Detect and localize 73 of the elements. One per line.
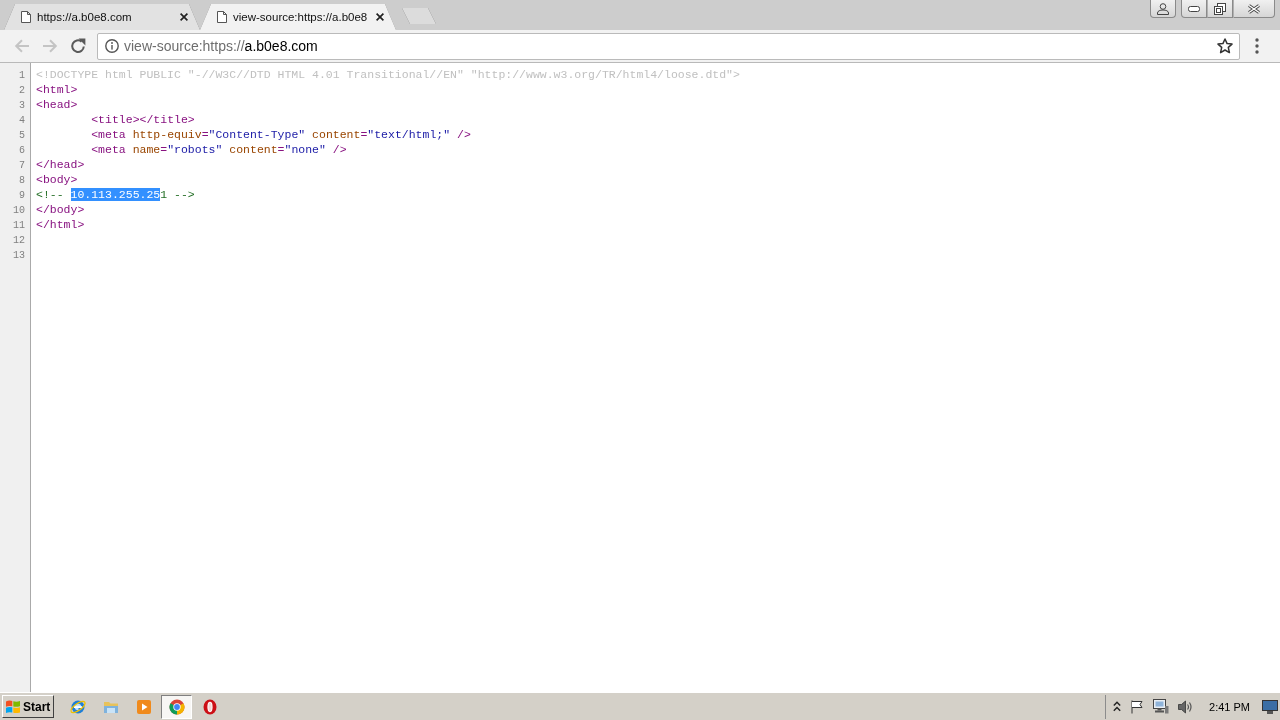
reload-icon: [70, 38, 86, 54]
tag-text: =: [360, 128, 368, 141]
page-icon: [217, 11, 227, 23]
clock[interactable]: 2:41 PM: [1209, 700, 1250, 713]
attribute-name: content: [312, 128, 361, 141]
line-number: 11: [13, 220, 25, 231]
line-number: 13: [13, 250, 25, 261]
play-tile-icon: [135, 698, 152, 715]
attribute-name: name: [132, 143, 161, 156]
flag-icon[interactable]: [1130, 699, 1145, 714]
browser-tab[interactable]: view-source:https://a.b0e8: [200, 4, 396, 30]
tag-text: <title></title>: [91, 113, 195, 126]
tag-text: <meta: [91, 128, 126, 141]
tricolor-circle-icon: [168, 698, 185, 715]
tag-text: </head>: [36, 158, 85, 171]
network-icon[interactable]: [1153, 699, 1170, 714]
arrow-left-icon: [14, 39, 30, 53]
tag-text: =: [277, 143, 285, 156]
four-pane-logo-icon: [5, 698, 21, 715]
line-number: 5: [19, 130, 25, 141]
comment-text: <!--: [36, 188, 64, 201]
tag-text: />: [457, 128, 471, 141]
attribute-name: content: [229, 143, 278, 156]
line-number: 1: [19, 70, 25, 81]
tag-text: =: [201, 128, 209, 141]
oval-ring-icon: [202, 698, 217, 715]
attribute-value: "none": [284, 143, 326, 156]
doctype-text: <!DOCTYPE html PUBLIC "-//W3C//DTD HTML 4.01 Transitional//EN" "http://www.w3.org/TR/html4/loose.dtd">: [36, 68, 740, 81]
tag-text: <body>: [36, 173, 78, 186]
tag-text: =: [160, 143, 168, 156]
line-number: 8: [19, 175, 25, 186]
minimize-icon: [1188, 5, 1200, 12]
taskbar-button[interactable]: [161, 694, 193, 719]
line-number: 9: [19, 190, 25, 201]
close-icon[interactable]: [180, 13, 188, 21]
attribute-value: "text/html;": [367, 128, 451, 141]
address-field[interactable]: view-source:https://a.b0e8.com: [97, 32, 1240, 60]
tag-text: </body>: [36, 203, 85, 216]
menu-icon: [1255, 38, 1259, 54]
tag-text: </html>: [36, 218, 85, 231]
comment-text: 1 -->: [160, 188, 195, 201]
close-icon: [1247, 3, 1261, 14]
minimize-button[interactable]: [1181, 0, 1207, 18]
page-icon: [21, 11, 31, 23]
tag-text: <html>: [36, 83, 78, 96]
tag-text: <head>: [36, 98, 78, 111]
chevron-up-icon[interactable]: [1113, 701, 1122, 712]
close-icon[interactable]: [376, 13, 384, 21]
profile-button[interactable]: [1150, 0, 1176, 18]
info-icon: [105, 39, 119, 53]
line-number: 3: [19, 100, 25, 111]
attribute-value: "Content-Type": [208, 128, 306, 141]
arrow-right-icon: [42, 39, 58, 53]
monitor-icon[interactable]: [1262, 699, 1278, 714]
browser-tab[interactable]: https://a.b0e8.com: [4, 4, 200, 30]
line-number: 12: [13, 235, 25, 246]
star-icon[interactable]: [1217, 38, 1233, 54]
speaker-icon[interactable]: [1178, 699, 1194, 714]
line-number: 10: [13, 205, 25, 216]
person-icon: [1157, 2, 1169, 15]
close-button[interactable]: [1233, 0, 1275, 18]
restore-icon: [1214, 2, 1226, 15]
tag-text: />: [332, 143, 347, 156]
selected-text: 10.113.255.25: [70, 188, 161, 201]
line-number: 7: [19, 160, 25, 171]
line-number: 4: [19, 115, 25, 126]
line-number: 2: [19, 85, 25, 96]
tag-text: <meta: [91, 143, 126, 156]
restore-button[interactable]: [1207, 0, 1233, 18]
line-number: 6: [19, 145, 25, 156]
attribute-value: "robots": [167, 143, 223, 156]
start-button[interactable]: Start: [2, 695, 55, 718]
attribute-name: http-equiv: [132, 128, 202, 141]
